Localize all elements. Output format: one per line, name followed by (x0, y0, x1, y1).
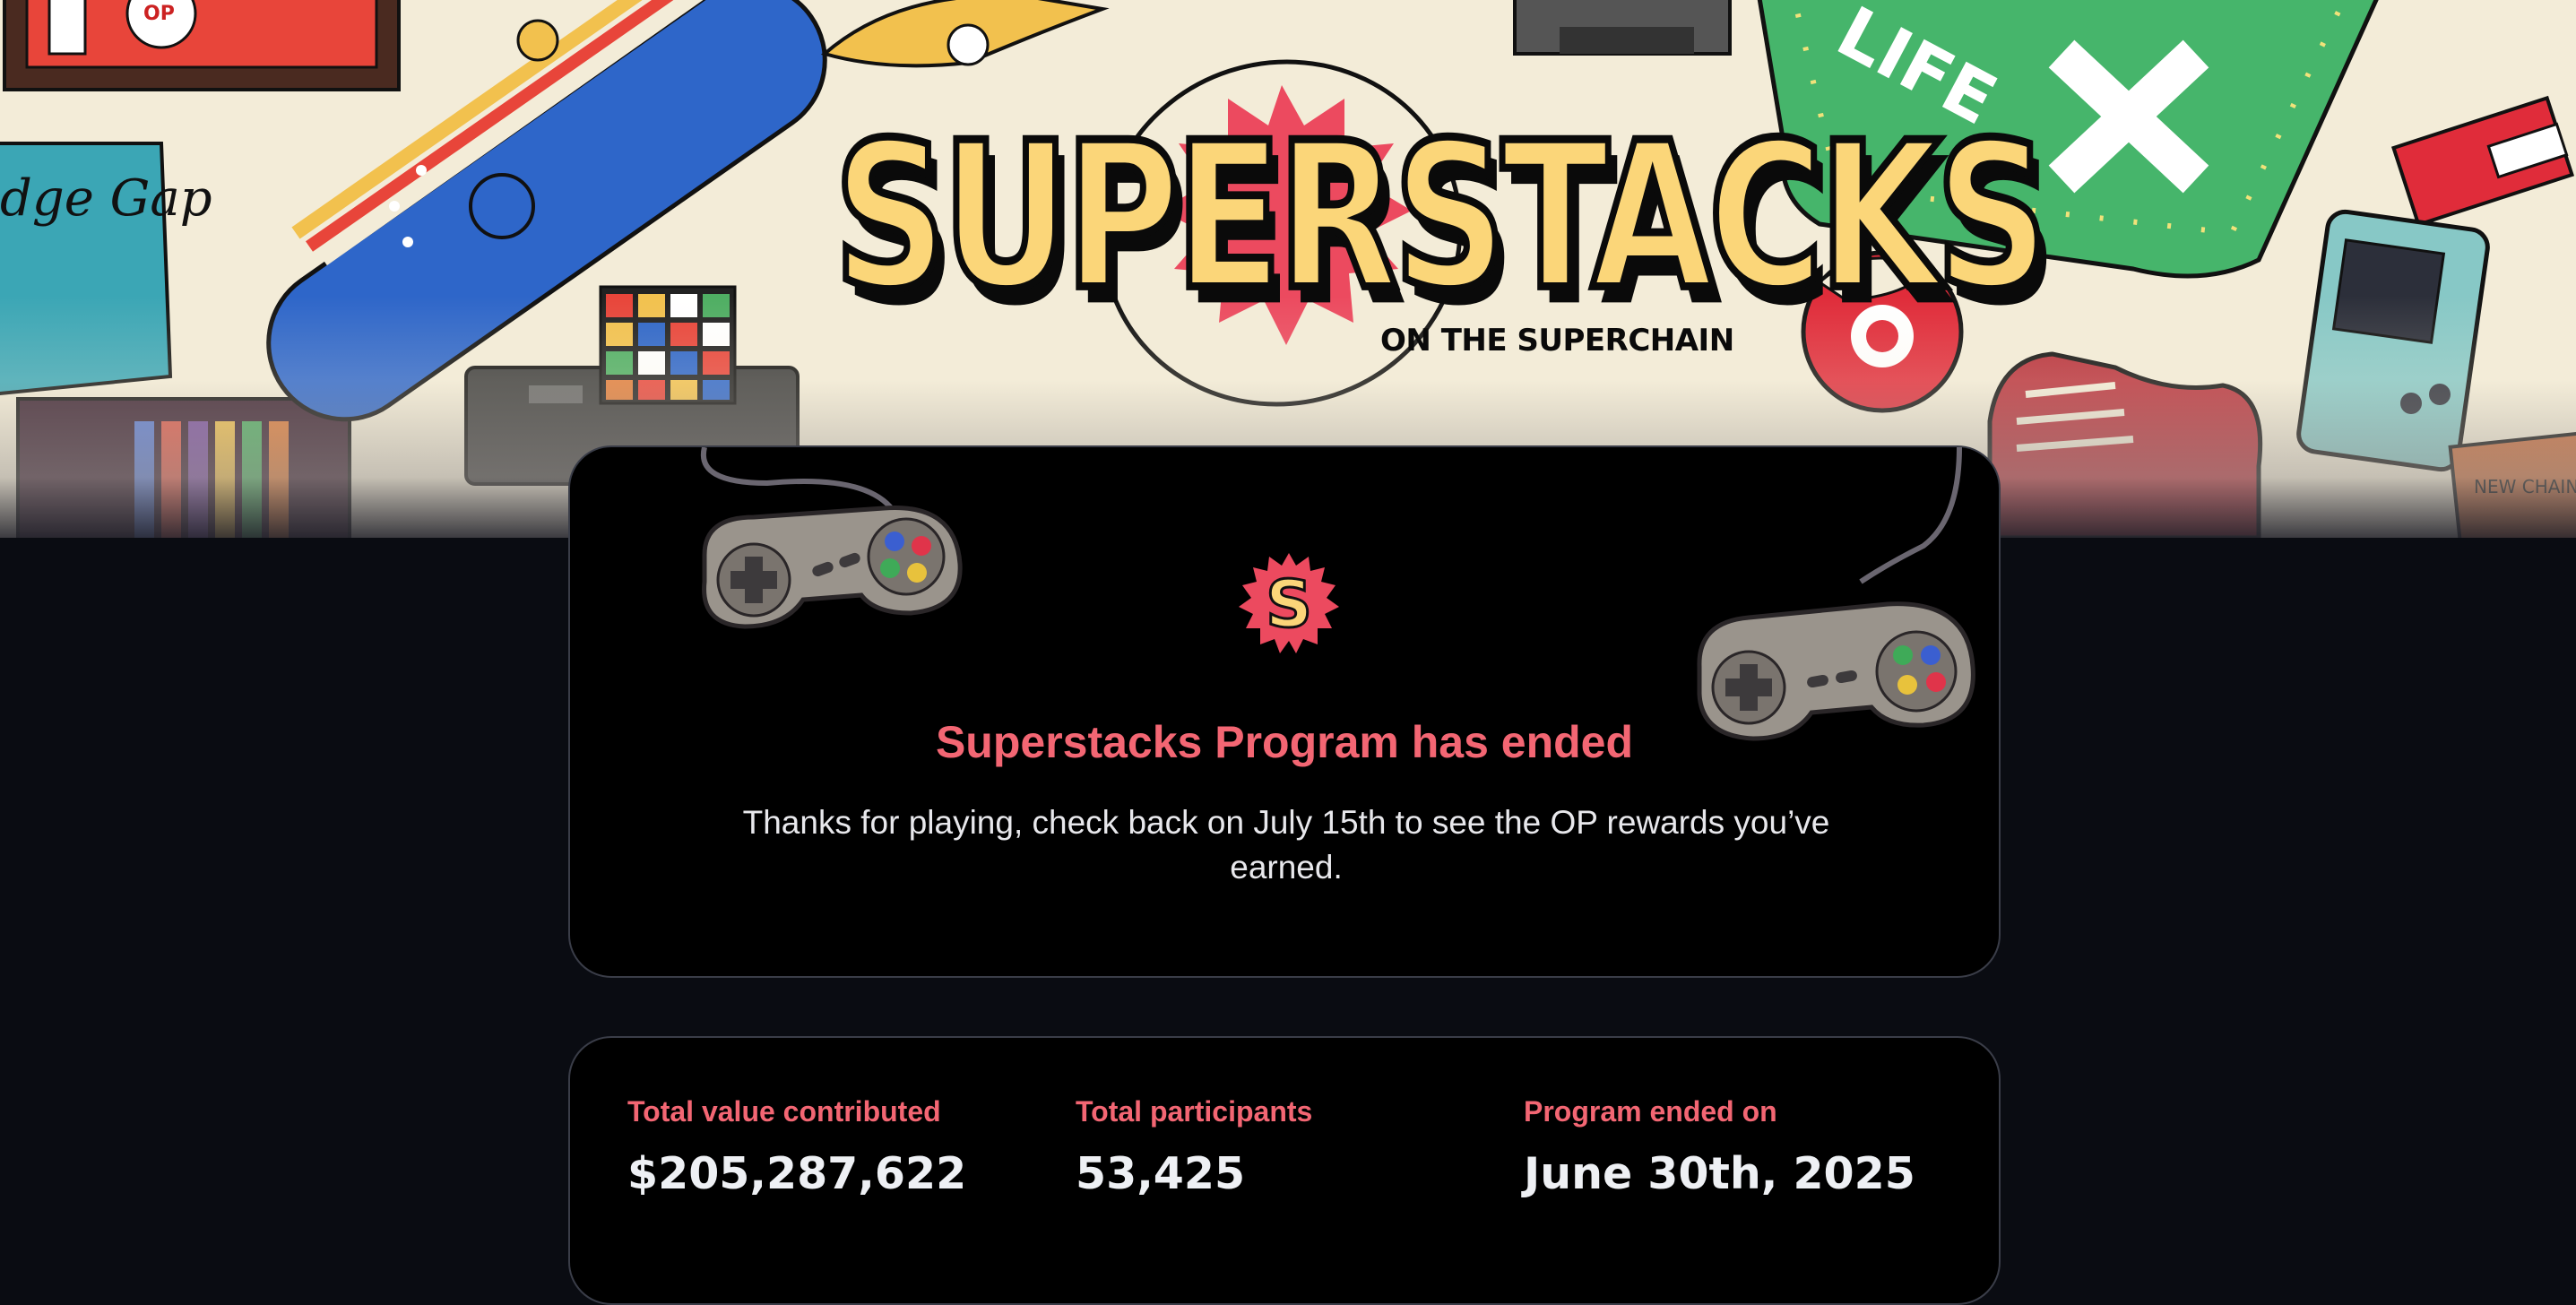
superstacks-badge-icon: S (1239, 553, 1339, 653)
stat-label: Total value contributed (627, 1095, 941, 1128)
console-illustration (1513, 0, 1732, 56)
svg-text:dge Gap: dge Gap (0, 169, 212, 228)
stat-value: 53,425 (1076, 1148, 1246, 1199)
controller-icon (700, 447, 963, 629)
books-illustration (16, 397, 351, 538)
poster-illustration: OP (3, 0, 401, 91)
program-ended-title: Superstacks Program has ended (935, 717, 1634, 767)
sneaker-illustration (1987, 351, 2263, 538)
handheld-console-illustration (2296, 209, 2490, 472)
logo-title: SUPERSTACKS (830, 99, 2052, 335)
stat-value: $205,287,622 (627, 1148, 967, 1199)
envelope-illustration (2390, 95, 2575, 228)
stat-total-value: Total value contributed $205,287,622 (627, 1095, 966, 1199)
stat-program-ended: Program ended on June 30th, 2025 (1524, 1095, 1915, 1199)
program-stats-card: Total value contributed $205,287,622 Tot… (568, 1036, 2001, 1305)
cassette-illustration: NEW CHAIN (2448, 429, 2576, 538)
logo-subtitle: ON THE SUPERCHAIN (1380, 323, 1734, 359)
program-status-card: S Superstacks Program has ended Thanks f… (568, 445, 2001, 978)
book-illustration: dge Gap (0, 142, 212, 396)
svg-text:S: S (1266, 566, 1312, 642)
svg-text:OP: OP (143, 3, 175, 25)
stat-total-participants: Total participants 53,425 (1076, 1095, 1312, 1199)
superstacks-logo: SUPERSTACKS ON THE SUPERCHAIN (807, 54, 2052, 421)
stat-value: June 30th, 2025 (1524, 1148, 1915, 1199)
program-ended-message: Thanks for playing, check back on July 1… (742, 804, 1830, 886)
svg-text:NEW CHAIN: NEW CHAIN (2474, 476, 2576, 497)
stat-label: Program ended on (1524, 1095, 1777, 1128)
stat-label: Total participants (1076, 1095, 1313, 1128)
